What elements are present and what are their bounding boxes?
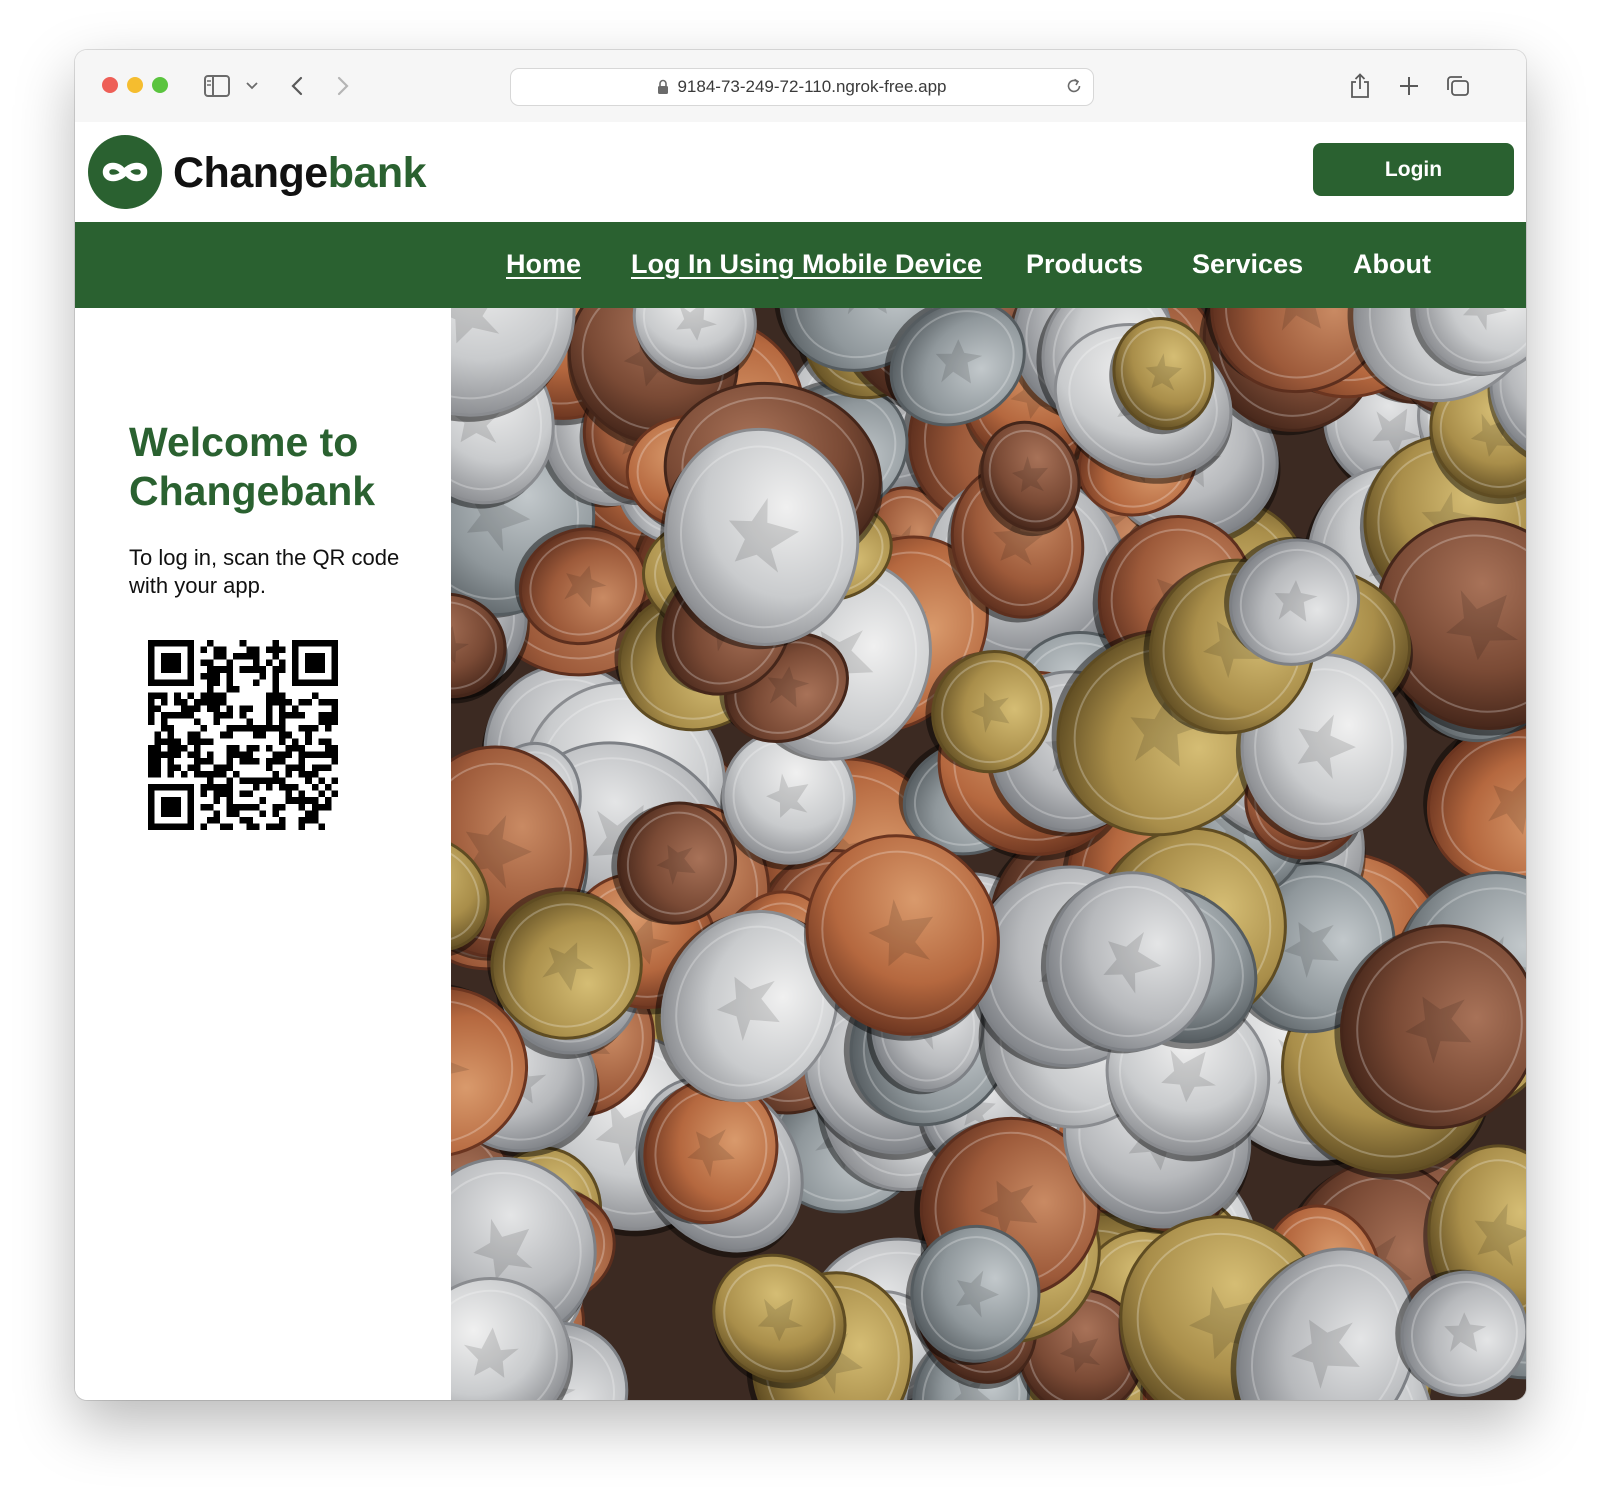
sidebar-toggle-icon[interactable] (203, 70, 231, 102)
lock-icon (657, 79, 669, 95)
brand-name[interactable]: Changebank (173, 149, 427, 197)
login-instructions: To log in, scan the QR code with your ap… (129, 545, 400, 598)
share-icon[interactable] (1348, 70, 1372, 102)
brand-name-part2: bank (327, 149, 427, 197)
minimize-window-button[interactable] (127, 77, 143, 93)
zoom-window-button[interactable] (152, 77, 168, 93)
main-nav: Home Log In Using Mobile Device Products… (75, 222, 1526, 308)
nav-item-products[interactable]: Products (1026, 248, 1143, 280)
browser-window: 9184-73-249-72-110.ngrok-free.app Change… (75, 50, 1526, 1400)
nav-item-about[interactable]: About (1353, 248, 1431, 280)
nav-item-mobile-login[interactable]: Log In Using Mobile Device (631, 248, 982, 280)
browser-toolbar: 9184-73-249-72-110.ngrok-free.app (75, 50, 1526, 123)
forward-arrow-icon[interactable] (333, 70, 353, 102)
nav-item-home[interactable]: Home (506, 248, 581, 280)
reload-icon[interactable] (1065, 77, 1083, 100)
qr-code-icon (148, 640, 338, 830)
tab-overview-icon[interactable] (1445, 70, 1471, 102)
coins-hero-image (451, 308, 1526, 1400)
brand-name-part1: Change (173, 149, 328, 197)
back-arrow-icon[interactable] (287, 70, 307, 102)
login-panel: Welcome to Changebank To log in, scan th… (75, 308, 451, 1400)
chevron-down-icon[interactable] (245, 70, 259, 102)
site-header: Changebank Login (75, 122, 1526, 222)
close-window-button[interactable] (102, 77, 118, 93)
login-button[interactable]: Login (1313, 143, 1514, 196)
url-text: 9184-73-249-72-110.ngrok-free.app (677, 77, 947, 96)
changebank-logo-icon (88, 135, 162, 209)
welcome-heading: Welcome to Changebank (129, 419, 376, 514)
new-tab-plus-icon[interactable] (1397, 70, 1421, 102)
address-bar[interactable]: 9184-73-249-72-110.ngrok-free.app (510, 68, 1094, 106)
nav-item-services[interactable]: Services (1192, 248, 1303, 280)
